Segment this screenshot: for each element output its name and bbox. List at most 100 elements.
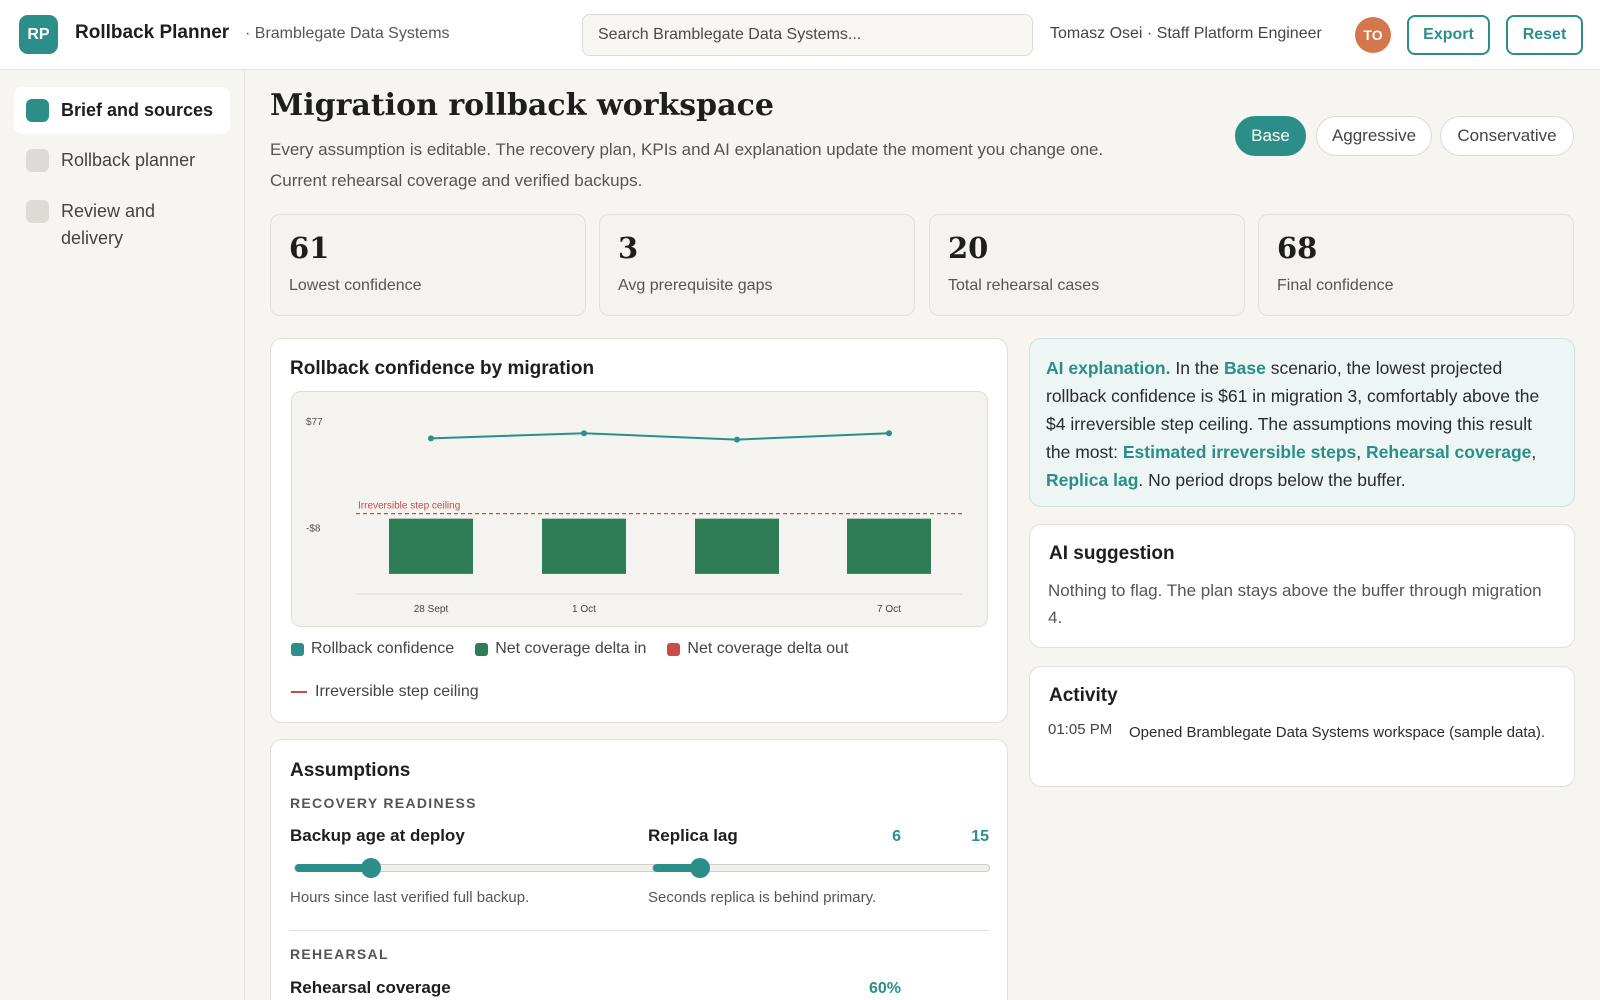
rehearsal-coverage-label: Rehearsal coverage	[290, 978, 451, 997]
backup-age-label: Backup age at deploy	[290, 826, 465, 845]
replica-lag-slider[interactable]	[652, 858, 990, 878]
ceiling-label: Irreversible step ceiling	[358, 501, 460, 512]
section-label-rehearsal: REHEARSAL	[290, 946, 389, 962]
legend-swatch-confidence	[291, 642, 304, 656]
sidebar-item-label: Brief and sources	[61, 100, 214, 120]
confidence-point	[886, 430, 892, 437]
page-subtitle: Every assumption is editable. The recove…	[270, 140, 1104, 159]
ai-suggestion-panel: AI suggestion Nothing to flag. The plan …	[1029, 524, 1575, 648]
reset-button[interactable]: Reset	[1506, 15, 1583, 55]
rollback-confidence-chart: $77 -$8 Irreversible step ceiling 28 Sept 1 …	[306, 417, 962, 615]
replica-lag-help: Seconds replica is behind primary.	[648, 889, 877, 906]
backup-age-slider-thumb[interactable]	[360, 858, 381, 878]
legend-label-ceiling: Irreversible step ceiling	[315, 683, 479, 700]
sidebar-status-icon	[26, 200, 49, 223]
kpi-value: 68	[1277, 231, 1318, 265]
chart-panel: Rollback confidence by migration $77 -$8 I…	[270, 338, 1008, 723]
chart-frame: $77 -$8 Irreversible step ceiling 28 Sept 1 …	[291, 391, 988, 627]
legend-swatch-delta-in	[475, 642, 489, 656]
scenario-conservative-tab[interactable]: Conservative	[1440, 116, 1574, 156]
rehearsal-coverage-value: 60%	[868, 980, 901, 997]
top-bar: RP Rollback Planner · Bramblegate Data S…	[0, 0, 1600, 70]
activity-panel: Activity 01:05 PM Opened Bramblegate Dat…	[1029, 666, 1575, 787]
bar-delta-in	[389, 518, 473, 574]
ai-explanation-lead: AI explanation.	[1046, 358, 1171, 378]
ai-text-part: In the	[1170, 358, 1224, 378]
kpi-card-lowest-confidence: 61 Lowest confidence	[270, 214, 586, 316]
confidence-point	[428, 435, 434, 442]
sidebar-status-icon	[26, 99, 49, 122]
export-button[interactable]: Export	[1407, 15, 1490, 55]
kpi-label: Final confidence	[1277, 277, 1394, 294]
driver-link-replica-lag[interactable]: Replica lag	[1046, 470, 1138, 490]
ai-text-part: ,	[1531, 442, 1537, 462]
page-subtitle-secondary: Current rehearsal coverage and verified …	[270, 171, 643, 190]
kpi-label: Avg prerequisite gaps	[618, 277, 773, 294]
sidebar-item-label: Rollback planner	[61, 150, 196, 170]
kpi-card-prerequisite-gaps: 3 Avg prerequisite gaps	[599, 214, 915, 316]
assumptions-panel: Assumptions RECOVERY READINESS Backup ag…	[270, 739, 1008, 1000]
sidebar-item-brief[interactable]: Brief and sources	[14, 87, 230, 134]
app-title: Rollback Planner	[75, 22, 230, 43]
legend-label-confidence: Rollback confidence	[311, 640, 455, 657]
activity-text: Opened Bramblegate Data Systems workspac…	[1129, 724, 1546, 741]
confidence-line	[430, 432, 890, 441]
sidebar-item-label: Review and delivery	[61, 201, 156, 248]
driver-link-rehearsal-coverage[interactable]: Rehearsal coverage	[1366, 442, 1531, 462]
ai-text-part: ,	[1356, 442, 1367, 462]
ai-suggestion-text: Nothing to flag. The plan stays above th…	[1048, 581, 1542, 627]
chart-title: Rollback confidence by migration	[290, 358, 595, 379]
backup-age-value: 6	[892, 828, 901, 845]
x-tick-label: 1 Oct	[572, 604, 596, 615]
backup-age-slider-fill	[295, 864, 371, 872]
bar-delta-in	[847, 518, 931, 574]
bar-delta-in	[695, 518, 779, 574]
legend-line-ceiling	[291, 691, 307, 693]
replica-lag-slider-thumb[interactable]	[690, 858, 711, 878]
activity-time: 01:05 PM	[1048, 721, 1113, 738]
replica-lag-value: 15	[971, 828, 989, 845]
kpi-value: 3	[618, 231, 639, 265]
app-logo[interactable]: RP	[19, 15, 58, 54]
section-divider	[290, 930, 989, 931]
search-input[interactable]	[582, 14, 1033, 56]
section-label-recovery: RECOVERY READINESS	[290, 795, 477, 811]
ai-text-part: . No period drops below the buffer.	[1138, 470, 1406, 490]
kpi-label: Lowest confidence	[289, 277, 422, 294]
confidence-point	[581, 430, 587, 437]
x-tick-label: 28 Sept	[414, 604, 449, 615]
avatar[interactable]: TO	[1355, 17, 1391, 53]
kpi-card-final-confidence: 68 Final confidence	[1258, 214, 1574, 316]
kpi-value: 61	[289, 231, 330, 265]
bar-delta-in	[542, 518, 626, 574]
kpi-value: 20	[948, 231, 989, 265]
sidebar-status-icon	[26, 149, 49, 172]
ai-explanation-panel: AI explanation. In the Base scenario, th…	[1029, 338, 1575, 507]
chart-legend: Rollback confidence Net coverage delta i…	[291, 640, 848, 658]
backup-age-help: Hours since last verified full backup.	[290, 889, 530, 906]
kpi-label: Total rehearsal cases	[948, 277, 1100, 294]
scenario-base-tab[interactable]: Base	[1235, 116, 1306, 156]
legend-label-delta-out: Net coverage delta out	[687, 640, 849, 657]
scenario-aggressive-tab[interactable]: Aggressive	[1316, 116, 1432, 156]
kpi-card-rehearsal-cases: 20 Total rehearsal cases	[929, 214, 1245, 316]
sidebar: Brief and sources Rollback planner Revie…	[0, 70, 245, 1000]
ai-suggestion-title: AI suggestion	[1049, 543, 1175, 564]
replica-lag-label: Replica lag	[648, 826, 738, 845]
y-tick-label: -$8	[306, 524, 321, 535]
activity-title: Activity	[1049, 685, 1118, 706]
assumptions-title: Assumptions	[290, 760, 411, 781]
chart-legend-ceiling: Irreversible step ceiling	[291, 683, 479, 701]
y-tick-label: $77	[306, 417, 323, 428]
sidebar-item-rollback-planner[interactable]: Rollback planner	[14, 137, 230, 184]
ai-scenario-name: Base	[1223, 358, 1266, 378]
confidence-point	[734, 436, 740, 443]
legend-swatch-delta-out	[667, 642, 681, 656]
legend-label-delta-in: Net coverage delta in	[495, 640, 647, 657]
user-label: Tomasz Osei · Staff Platform Engineer	[1050, 25, 1322, 42]
ai-explanation-text: AI explanation. In the Base scenario, th…	[1046, 354, 1561, 494]
page-title: Migration rollback workspace	[270, 88, 774, 123]
org-name: · Bramblegate Data Systems	[245, 25, 450, 42]
sidebar-item-review[interactable]: Review and delivery	[14, 188, 214, 262]
driver-link-irreversible-steps[interactable]: Estimated irreversible steps	[1123, 442, 1356, 462]
